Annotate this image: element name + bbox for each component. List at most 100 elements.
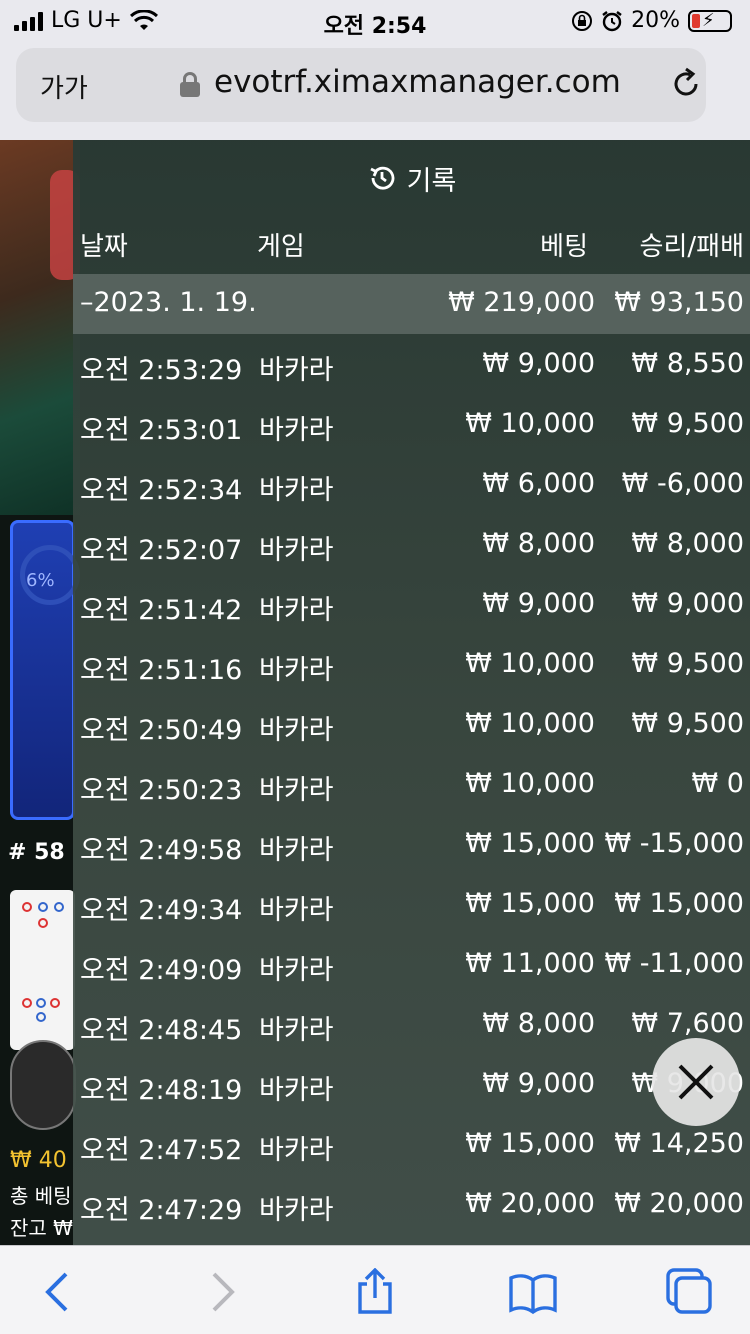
history-row[interactable]: 오전 2:51:16 바카라 ₩ 10,000 ₩ 9,500 (73, 634, 750, 694)
chip-button (10, 1040, 76, 1130)
history-row[interactable]: 오전 2:52:34 바카라 ₩ 6,000 ₩ -6,000 (73, 454, 750, 514)
row-result: ₩ -6,000 (621, 468, 744, 499)
row-result: ₩ 15,000 (614, 888, 744, 919)
round-label: # 58 (8, 840, 65, 865)
row-game: 바카라 (259, 895, 334, 926)
history-panel: 기록 날짜 게임 베팅 승리/패배 –2023. 1. 19. ₩ 219,00… (73, 140, 750, 1245)
row-time: 오전 2:51:42 (80, 595, 243, 626)
row-result: ₩ 7,600 (631, 1008, 744, 1039)
row-game: 바카라 (259, 655, 334, 686)
bet-amount: ₩ 40 (10, 1148, 67, 1173)
close-button[interactable] (652, 1038, 740, 1126)
history-row[interactable]: 오전 2:49:09 바카라 ₩ 11,000 ₩ -11,000 (73, 934, 750, 994)
history-row[interactable]: 오전 2:48:45 바카라 ₩ 8,000 ₩ 7,600 (73, 994, 750, 1054)
column-bet: 베팅 (540, 232, 588, 262)
row-bet: ₩ 10,000 (465, 408, 595, 439)
row-bet: ₩ 15,000 (465, 888, 595, 919)
row-bet: ₩ 15,000 (465, 1128, 595, 1159)
row-game: 바카라 (259, 595, 334, 626)
summary-date: –2023. 1. 19. (80, 287, 257, 318)
rotation-lock-icon (572, 10, 593, 31)
forward-icon[interactable] (196, 1268, 246, 1316)
row-game: 바카라 (259, 1015, 334, 1046)
alarm-icon (602, 10, 622, 31)
history-row[interactable]: 오전 2:52:07 바카라 ₩ 8,000 ₩ 8,000 (73, 514, 750, 574)
row-game: 바카라 (259, 715, 334, 746)
tabs-icon[interactable] (664, 1268, 714, 1316)
status-right: 20% ⚡ (571, 8, 732, 33)
history-row[interactable]: 오전 2:47:52 바카라 ₩ 15,000 ₩ 14,250 (73, 1114, 750, 1174)
row-game: 바카라 (259, 1075, 334, 1106)
row-game: 바카라 (259, 475, 334, 506)
column-date: 날짜 (80, 232, 128, 262)
history-row[interactable]: 오전 2:50:49 바카라 ₩ 10,000 ₩ 9,500 (73, 694, 750, 754)
row-bet: ₩ 9,000 (482, 588, 595, 619)
browser-toolbar (0, 1245, 750, 1334)
row-result: ₩ 20,000 (614, 1188, 744, 1219)
lock-icon (180, 72, 200, 98)
history-row[interactable]: 오전 2:51:42 바카라 ₩ 9,000 ₩ 9,000 (73, 574, 750, 634)
url-field[interactable]: evotrf.ximaxmanager.com (214, 64, 621, 100)
row-time: 오전 2:53:29 (80, 355, 243, 386)
summary-result: ₩ 93,150 (614, 287, 744, 318)
row-game: 바카라 (259, 415, 334, 446)
history-row[interactable]: 오전 2:47:29 바카라 ₩ 20,000 ₩ 20,000 (73, 1174, 750, 1234)
status-bar: LG U+ 오전 2:54 20% ⚡ (0, 0, 750, 40)
row-time: 오전 2:49:34 (80, 895, 243, 926)
row-bet: ₩ 10,000 (465, 768, 595, 799)
row-time: 오전 2:53:01 (80, 415, 243, 446)
history-row[interactable]: 오전 2:48:19바카라₩ 9,000₩ 9,000 (73, 1054, 750, 1114)
row-game: 바카라 (259, 535, 334, 566)
history-title: 기록 (406, 165, 457, 197)
row-result: ₩ 9,500 (631, 648, 744, 679)
history-row[interactable]: 오전 2:53:01 바카라 ₩ 10,000 ₩ 9,500 (73, 394, 750, 454)
row-bet: ₩ 20,000 (465, 1188, 595, 1219)
progress-label: 6% (26, 570, 55, 591)
row-result: ₩ 9,500 (631, 408, 744, 439)
back-icon[interactable] (34, 1268, 84, 1316)
row-bet: ₩ 15,000 (465, 828, 595, 859)
share-icon[interactable] (350, 1268, 400, 1316)
text-size-button[interactable]: 가가 (40, 68, 88, 105)
history-row[interactable]: 오전 2:49:58 바카라 ₩ 15,000 ₩ -15,000 (73, 814, 750, 874)
row-bet: ₩ 6,000 (482, 468, 595, 499)
row-result: ₩ 0 (691, 768, 744, 799)
history-header: 기록 (73, 140, 750, 216)
row-result: ₩ -11,000 (604, 948, 745, 979)
row-bet: ₩ 9,000 (482, 1068, 595, 1099)
column-game: 게임 (257, 232, 305, 262)
summary-row[interactable]: –2023. 1. 19. ₩ 219,000 ₩ 93,150 (73, 274, 750, 334)
row-game: 바카라 (259, 1195, 334, 1226)
scoreboard-road (10, 890, 75, 1050)
row-time: 오전 2:52:07 (80, 535, 243, 566)
row-time: 오전 2:48:19 (80, 1075, 243, 1106)
address-bar[interactable]: 가가 evotrf.ximaxmanager.com (16, 48, 706, 122)
row-game: 바카라 (259, 775, 334, 806)
row-time: 오전 2:47:29 (80, 1195, 243, 1226)
reload-icon[interactable] (668, 66, 704, 102)
row-time: 오전 2:48:45 (80, 1015, 243, 1046)
row-bet: ₩ 10,000 (465, 648, 595, 679)
column-result: 승리/패배 (639, 232, 744, 262)
battery-percent: 20% (631, 8, 680, 33)
row-game: 바카라 (259, 355, 334, 386)
balance-label: 잔고 ₩ (10, 1216, 73, 1240)
row-time: 오전 2:49:09 (80, 955, 243, 986)
row-bet: ₩ 10,000 (465, 708, 595, 739)
row-time: 오전 2:52:34 (80, 475, 243, 506)
row-time: 오전 2:50:23 (80, 775, 243, 806)
row-time: 오전 2:47:52 (80, 1135, 243, 1166)
history-row[interactable]: 오전 2:50:23 바카라 ₩ 10,000 ₩ 0 (73, 754, 750, 814)
history-row[interactable]: 오전 2:53:29 바카라 ₩ 9,000 ₩ 8,550 (73, 334, 750, 394)
row-bet: ₩ 8,000 (482, 528, 595, 559)
bookmarks-icon[interactable] (508, 1268, 558, 1316)
row-bet: ₩ 8,000 (482, 1008, 595, 1039)
row-bet: ₩ 11,000 (465, 948, 595, 979)
summary-bet: ₩ 219,000 (448, 287, 595, 318)
close-icon (678, 1064, 714, 1100)
row-result: ₩ 9,500 (631, 708, 744, 739)
row-time: 오전 2:51:16 (80, 655, 243, 686)
row-result: ₩ 9,000 (631, 588, 744, 619)
history-row[interactable]: 오전 2:49:34 바카라 ₩ 15,000 ₩ 15,000 (73, 874, 750, 934)
row-game: 바카라 (259, 955, 334, 986)
